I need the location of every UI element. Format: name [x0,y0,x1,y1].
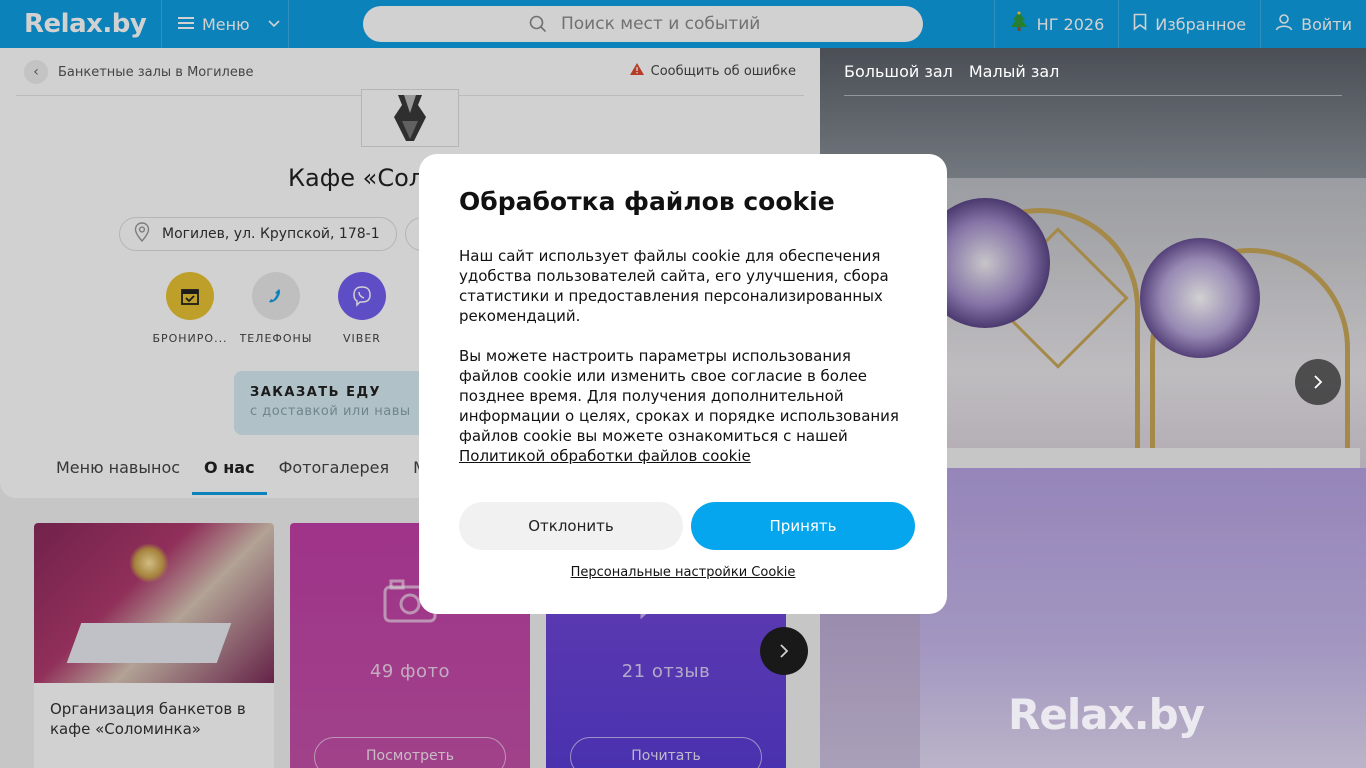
tab-small-hall[interactable]: Малый зал [969,62,1060,81]
cookie-paragraph-1: Наш сайт использует файлы cookie для обе… [459,247,889,325]
accept-button[interactable]: Принять [691,502,915,550]
cookie-paragraph-2: Вы можете настроить параметры использова… [459,346,907,466]
cookie-modal-title: Обработка файлов cookie [459,187,835,216]
cookie-modal: Обработка файлов cookie Наш сайт использ… [419,154,947,614]
personal-cookie-settings-link[interactable]: Персональные настройки Cookie [419,565,947,580]
cookie-policy-link[interactable]: Политикой обработки файлов cookie [459,447,751,465]
gallery-watermark: Relax.by [1008,690,1205,739]
gallery-next-button[interactable] [1295,359,1341,405]
cookie-paragraph-2-text: Вы можете настроить параметры использова… [459,347,899,445]
hall-tabs: Большой зал Малый зал [844,62,1059,81]
decline-button[interactable]: Отклонить [459,502,683,550]
tab-big-hall[interactable]: Большой зал [844,62,953,81]
hall-tabs-divider [844,95,1342,96]
chevron-right-icon [1314,375,1323,389]
